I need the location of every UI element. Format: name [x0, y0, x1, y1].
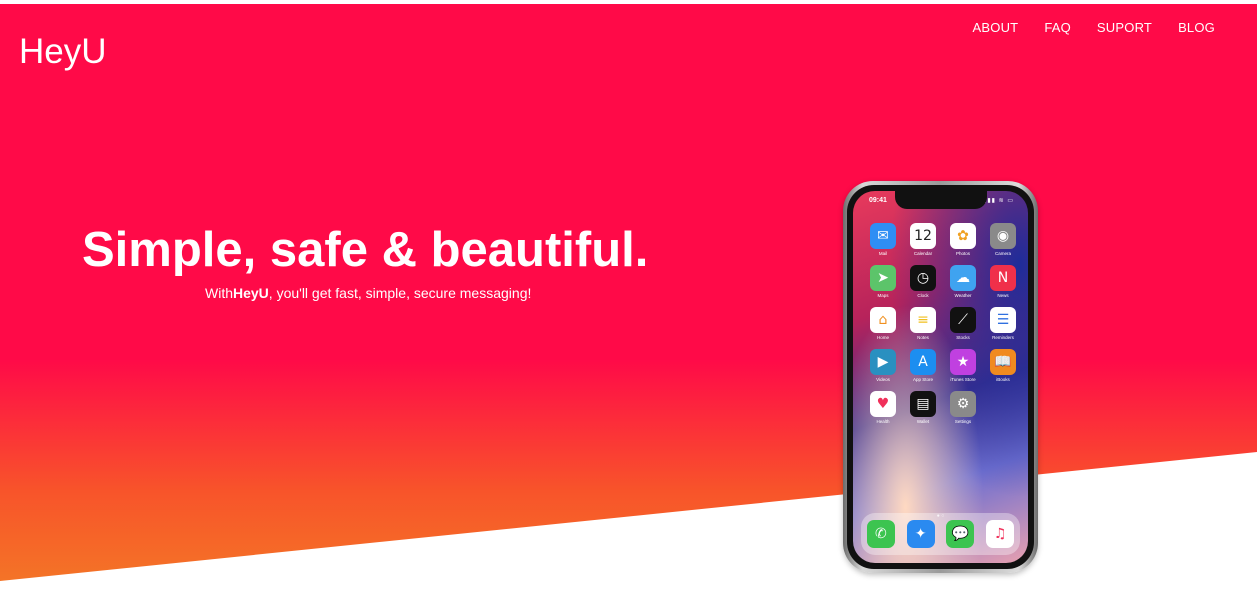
- hero-tagline: WithHeyU, you'll get fast, simple, secur…: [205, 285, 531, 301]
- nav-suport[interactable]: SUPORT: [1097, 20, 1152, 35]
- status-time: 09:41: [869, 197, 887, 204]
- weather-icon: ☁: [950, 265, 976, 291]
- nav-about[interactable]: ABOUT: [973, 20, 1019, 35]
- safari-icon: ✦: [906, 520, 935, 548]
- music-icon: ♫: [986, 520, 1015, 548]
- phone-app: ◷ Clock: [907, 265, 939, 298]
- phone-app: 📖 iBooks: [987, 349, 1019, 382]
- health-icon: ♥: [870, 391, 896, 417]
- nav-faq[interactable]: FAQ: [1044, 20, 1071, 35]
- notes-icon: ≡: [910, 307, 936, 333]
- phone-screen: 09:41 ▮▮▮ ≋ ▭ ✉ Mail 12 Calendar ✿ Photos ◉ Cam…: [853, 191, 1028, 563]
- phone-app-label: iBooks: [996, 377, 1010, 382]
- phone-bezel: 09:41 ▮▮▮ ≋ ▭ ✉ Mail 12 Calendar ✿ Photos ◉ Cam…: [847, 185, 1034, 569]
- phone-app: ➤ Maps: [867, 265, 899, 298]
- phone-app: ⌂ Home: [867, 307, 899, 340]
- home-icon: ⌂: [870, 307, 896, 333]
- stocks-icon: ⟋: [950, 307, 976, 333]
- messages-icon: 💬: [946, 520, 975, 548]
- phone-app-label: Mail: [878, 251, 888, 256]
- phone-app: ✿ Photos: [947, 223, 979, 256]
- phone-app-label: News: [997, 293, 1009, 298]
- phone-app-label: Calendar: [913, 251, 933, 256]
- nav-blog[interactable]: BLOG: [1178, 20, 1215, 35]
- phone-app-label: Maps: [877, 293, 889, 298]
- phone-app: ▶ Videos: [867, 349, 899, 382]
- maps-icon: ➤: [870, 265, 896, 291]
- status-icons: ▮▮▮ ≋ ▭: [983, 198, 1014, 204]
- phone-app: ◉ Camera: [987, 223, 1019, 256]
- ibooks-icon: 📖: [990, 349, 1016, 375]
- camera-icon: ◉: [990, 223, 1016, 249]
- brand-logo[interactable]: HeyU: [19, 32, 107, 72]
- phone-app-label: Clock: [917, 293, 929, 298]
- phone-app-label: iTunes Store: [950, 377, 976, 382]
- phone-app-label: Settings: [954, 419, 972, 424]
- tagline-brand: HeyU: [233, 285, 269, 301]
- phone-app: N News: [987, 265, 1019, 298]
- wallet-icon: ▤: [910, 391, 936, 417]
- phone-app: ✉ Mail: [867, 223, 899, 256]
- top-nav: ABOUT FAQ SUPORT BLOG: [947, 20, 1215, 35]
- phone-mockup: 09:41 ▮▮▮ ≋ ▭ ✉ Mail 12 Calendar ✿ Photos ◉ Cam…: [843, 181, 1038, 573]
- photos-icon: ✿: [950, 223, 976, 249]
- tagline-rest: , you'll get fast, simple, secure messag…: [268, 285, 532, 301]
- phone-app: ⟋ Stocks: [947, 307, 979, 340]
- phone-app-label: Camera: [994, 251, 1011, 256]
- phone-app: ♥ Health: [867, 391, 899, 424]
- phone-app-label: Stocks: [956, 335, 970, 340]
- itunes-store-icon: ★: [950, 349, 976, 375]
- app-dock: ✆ ✦ 💬 ♫: [861, 513, 1020, 555]
- phone-app-label: Wallet: [916, 419, 930, 424]
- news-icon: N: [990, 265, 1016, 291]
- videos-icon: ▶: [870, 349, 896, 375]
- phone-app: ⚙ Settings: [947, 391, 979, 424]
- app-grid: ✉ Mail 12 Calendar ✿ Photos ◉ Camera ➤ Maps ◷ Clock…: [867, 223, 1022, 424]
- phone-app-label: App Store: [912, 377, 933, 382]
- mail-icon: ✉: [870, 223, 896, 249]
- settings-icon: ⚙: [950, 391, 976, 417]
- phone-app: ☰ Reminders: [987, 307, 1019, 340]
- phone-app: A App Store: [907, 349, 939, 382]
- phone-app-label: Videos: [876, 377, 890, 382]
- phone-app-label: Photos: [955, 251, 970, 256]
- phone-app-label: Home: [876, 335, 889, 340]
- app-store-icon: A: [910, 349, 936, 375]
- phone-app-label: Health: [876, 419, 890, 424]
- reminders-icon: ☰: [990, 307, 1016, 333]
- phone-app: ☁ Weather: [947, 265, 979, 298]
- hero-background: [0, 4, 1257, 581]
- hero-headline: Simple, safe & beautiful.: [82, 223, 649, 277]
- phone-app-label: Reminders: [992, 335, 1014, 340]
- phone-app-label: Notes: [917, 335, 929, 340]
- phone-app: 12 Calendar: [907, 223, 939, 256]
- phone-app: ★ iTunes Store: [947, 349, 979, 382]
- phone-app: ▤ Wallet: [907, 391, 939, 424]
- phone-icon: ✆: [866, 520, 895, 548]
- phone-app: ≡ Notes: [907, 307, 939, 340]
- calendar-icon: 12: [910, 223, 936, 249]
- phone-app-label: Weather: [954, 293, 972, 298]
- clock-icon: ◷: [910, 265, 936, 291]
- tagline-prefix: With: [205, 285, 233, 301]
- phone-notch: [894, 191, 987, 209]
